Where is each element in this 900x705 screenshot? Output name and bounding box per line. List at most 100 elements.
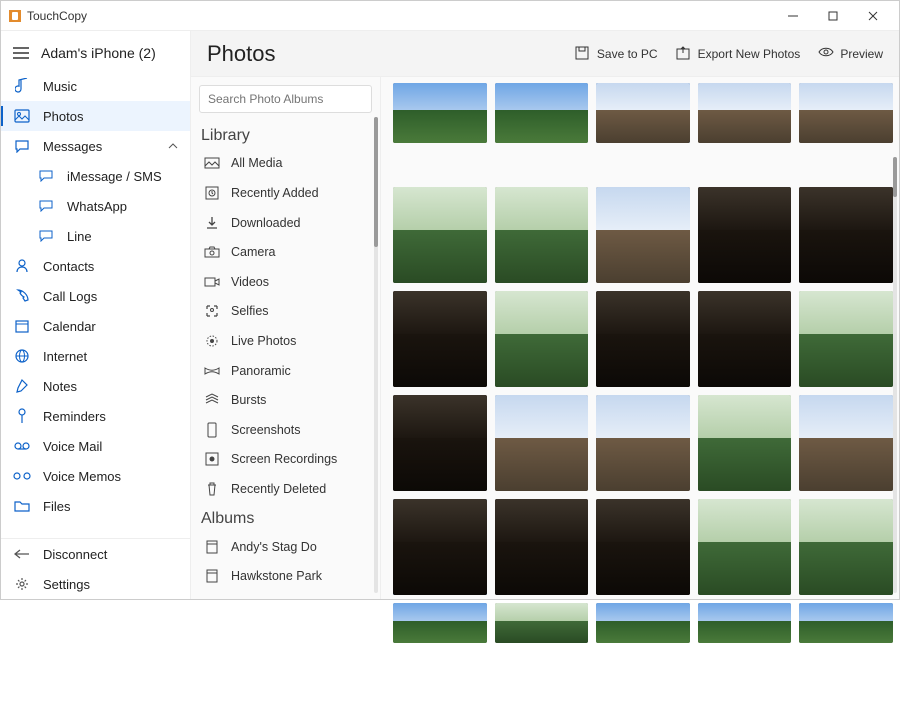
photo-thumb[interactable] [799, 499, 893, 595]
back-arrow-icon [13, 545, 31, 563]
photo-thumb[interactable] [495, 499, 589, 595]
nav-internet[interactable]: Internet [1, 341, 190, 371]
eye-icon [818, 46, 834, 62]
lib-camera[interactable]: Camera [199, 237, 372, 267]
calendar-icon [13, 317, 31, 335]
photo-thumb[interactable] [698, 603, 792, 643]
nav-voicememos[interactable]: Voice Memos [1, 461, 190, 491]
lib-recently-deleted[interactable]: Recently Deleted [199, 474, 372, 504]
voicemail-icon [13, 437, 31, 455]
device-name: Adam's iPhone (2) [41, 45, 156, 61]
photo-thumb[interactable] [698, 395, 792, 491]
window-close-button[interactable] [853, 1, 893, 31]
lib-bursts[interactable]: Bursts [199, 385, 372, 415]
nav-messages-sms[interactable]: iMessage / SMS [1, 161, 190, 191]
nav-messages[interactable]: Messages [1, 131, 190, 161]
albums-heading: Albums [201, 510, 370, 528]
globe-icon [13, 347, 31, 365]
window-minimize-button[interactable] [773, 1, 813, 31]
album-item[interactable]: Hawkstone Park [199, 561, 372, 591]
gear-icon [13, 575, 31, 593]
photo-thumb[interactable] [596, 187, 690, 283]
notes-icon [13, 377, 31, 395]
sidebar: Adam's iPhone (2) Music Photos Messages … [1, 31, 191, 599]
app-title: TouchCopy [27, 9, 773, 23]
photo-thumb[interactable] [495, 291, 589, 387]
chat-icon [37, 197, 55, 215]
photo-thumb[interactable] [698, 291, 792, 387]
photo-grid [381, 77, 899, 705]
photo-thumb[interactable] [393, 291, 487, 387]
photo-thumb[interactable] [799, 83, 893, 143]
chat-icon [37, 227, 55, 245]
nav-calendar[interactable]: Calendar [1, 311, 190, 341]
chat-icon [37, 167, 55, 185]
reminders-icon [13, 407, 31, 425]
library-heading: Library [201, 127, 370, 145]
photo-thumb[interactable] [393, 395, 487, 491]
photo-thumb[interactable] [596, 395, 690, 491]
nav-settings[interactable]: Settings [1, 569, 190, 599]
photo-thumb[interactable] [799, 603, 893, 643]
photo-thumb[interactable] [698, 499, 792, 595]
lib-downloaded[interactable]: Downloaded [199, 208, 372, 238]
hamburger-icon[interactable] [13, 47, 29, 59]
phone-icon [13, 287, 31, 305]
page-title: Photos [207, 41, 557, 67]
lib-all-media[interactable]: All Media [199, 149, 372, 179]
nav-notes[interactable]: Notes [1, 371, 190, 401]
photos-icon [13, 107, 31, 125]
action-export-new[interactable]: Export New Photos [676, 46, 801, 62]
photo-thumb[interactable] [495, 395, 589, 491]
photo-thumb[interactable] [596, 83, 690, 143]
photo-thumb[interactable] [799, 187, 893, 283]
lib-screenshots[interactable]: Screenshots [199, 415, 372, 445]
messages-icon [13, 137, 31, 155]
chevron-up-icon [168, 141, 178, 151]
action-preview[interactable]: Preview [818, 46, 883, 62]
nav-photos[interactable]: Photos [1, 101, 190, 131]
files-icon [13, 497, 31, 515]
lib-screen-recordings[interactable]: Screen Recordings [199, 445, 372, 475]
lib-panoramic[interactable]: Panoramic [199, 356, 372, 386]
lib-recently-added[interactable]: Recently Added [199, 178, 372, 208]
photo-thumb[interactable] [495, 187, 589, 283]
nav-calllogs[interactable]: Call Logs [1, 281, 190, 311]
search-albums-input[interactable] [199, 85, 372, 113]
nav-reminders[interactable]: Reminders [1, 401, 190, 431]
nav-messages-whatsapp[interactable]: WhatsApp [1, 191, 190, 221]
save-icon [575, 46, 591, 62]
album-item[interactable]: Andy's Stag Do [199, 532, 372, 562]
photo-thumb[interactable] [393, 603, 487, 643]
nav-disconnect[interactable]: Disconnect [1, 539, 190, 569]
nav-contacts[interactable]: Contacts [1, 251, 190, 281]
music-icon [13, 77, 31, 95]
lib-videos[interactable]: Videos [199, 267, 372, 297]
albums-scrollbar[interactable] [374, 117, 378, 593]
albums-panel: Library All Media Recently Added Downloa… [191, 77, 381, 599]
nav-music[interactable]: Music [1, 71, 190, 101]
photo-thumb[interactable] [495, 83, 589, 143]
app-logo-icon [9, 10, 21, 22]
nav-voicemail[interactable]: Voice Mail [1, 431, 190, 461]
voicememos-icon [13, 467, 31, 485]
photo-thumb[interactable] [393, 499, 487, 595]
lib-selfies[interactable]: Selfies [199, 297, 372, 327]
nav-files[interactable]: Files [1, 491, 190, 521]
photo-thumb[interactable] [393, 187, 487, 283]
photo-thumb[interactable] [799, 395, 893, 491]
photo-thumb[interactable] [596, 603, 690, 643]
photo-thumb[interactable] [698, 187, 792, 283]
export-icon [676, 46, 692, 62]
photo-thumb[interactable] [596, 291, 690, 387]
nav-messages-line[interactable]: Line [1, 221, 190, 251]
photo-thumb[interactable] [393, 83, 487, 143]
action-save-to-pc[interactable]: Save to PC [575, 46, 658, 62]
grid-scrollbar[interactable] [893, 157, 897, 593]
photo-thumb[interactable] [698, 83, 792, 143]
photo-thumb[interactable] [596, 499, 690, 595]
photo-thumb[interactable] [799, 291, 893, 387]
photo-thumb[interactable] [495, 603, 589, 643]
window-maximize-button[interactable] [813, 1, 853, 31]
lib-live-photos[interactable]: Live Photos [199, 326, 372, 356]
